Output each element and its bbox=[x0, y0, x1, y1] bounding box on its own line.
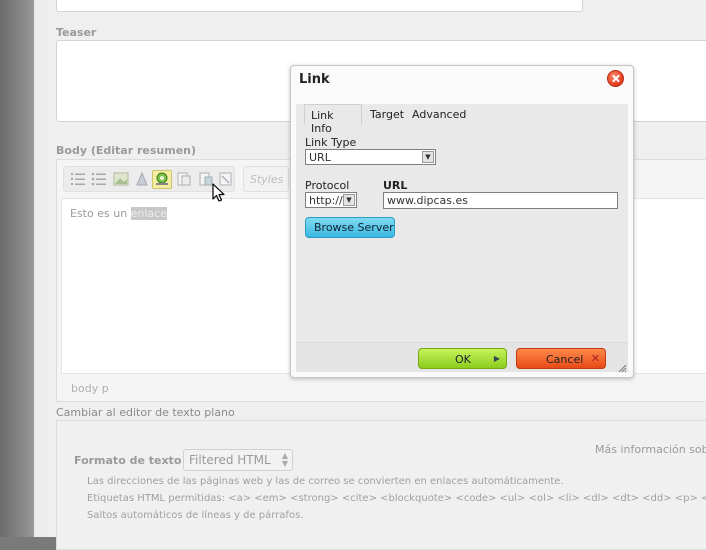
protocol-value: http:// bbox=[309, 194, 343, 207]
select-arrows-icon: ▲ ▼ bbox=[281, 451, 288, 468]
protocol-select[interactable]: http:// ▼ bbox=[305, 192, 357, 208]
flash-icon[interactable] bbox=[134, 172, 150, 186]
chevron-down-icon: ▼ bbox=[343, 194, 355, 206]
protocol-label: Protocol bbox=[305, 179, 350, 192]
body-label: Body (Editar resumen) bbox=[56, 144, 196, 157]
link-dialog: Link Link Info Target Advanced Link Type… bbox=[290, 65, 634, 378]
more-info-link[interactable]: Más información sobre bbox=[595, 443, 706, 456]
url-label: URL bbox=[383, 179, 408, 192]
url-input[interactable]: www.dipcas.es bbox=[383, 192, 618, 209]
title-input[interactable] bbox=[56, 0, 583, 12]
resize-handle-icon[interactable] bbox=[617, 363, 627, 373]
chevron-right-icon: ▶ bbox=[493, 354, 500, 363]
link-type-label: Link Type bbox=[305, 136, 357, 149]
numbered-list-icon[interactable] bbox=[70, 172, 86, 186]
format-tip: Etiquetas HTML permitidas: <a> <em> <str… bbox=[87, 493, 706, 504]
tab-advanced[interactable]: Advanced bbox=[406, 104, 472, 124]
tab-link-info[interactable]: Link Info bbox=[304, 104, 362, 135]
mouse-pointer-icon bbox=[212, 183, 225, 202]
dialog-title: Link bbox=[299, 72, 330, 87]
text-format-select[interactable]: Filtered HTML ▲ ▼ bbox=[183, 449, 293, 471]
selected-text: enlace bbox=[130, 207, 168, 220]
backdrop-edge bbox=[0, 0, 34, 537]
format-tip: Las direcciones de las páginas web y las… bbox=[87, 476, 564, 487]
link-button[interactable] bbox=[152, 170, 172, 189]
toolbar-group bbox=[63, 166, 235, 192]
teaser-label: Teaser bbox=[56, 26, 97, 39]
bulleted-list-icon[interactable] bbox=[91, 172, 107, 186]
format-tip: Saltos automáticos de líneas y de párraf… bbox=[87, 510, 304, 521]
link-type-select[interactable]: URL ▼ bbox=[305, 149, 436, 165]
element-path-status: body p bbox=[71, 382, 109, 395]
body-label-text: Body bbox=[56, 144, 87, 157]
edit-summary-link[interactable]: (Editar resumen) bbox=[91, 144, 196, 157]
browse-server-button[interactable]: Browse Server bbox=[305, 217, 395, 238]
text-format-value: Filtered HTML bbox=[189, 453, 271, 467]
text-format-label: Formato de texto bbox=[74, 454, 182, 467]
link-type-value: URL bbox=[309, 151, 331, 164]
link-icon bbox=[156, 172, 168, 185]
chevron-down-icon: ▼ bbox=[422, 151, 434, 163]
text-format-fieldset: Más información sobre Formato de texto F… bbox=[56, 420, 706, 550]
close-icon[interactable] bbox=[607, 70, 624, 87]
ok-label: OK bbox=[455, 353, 471, 366]
ok-button[interactable]: OK ▶ bbox=[418, 348, 507, 369]
cancel-label: Cancel bbox=[546, 353, 584, 366]
paste-text-icon[interactable] bbox=[176, 172, 192, 186]
switch-plain-editor-link[interactable]: Cambiar al editor de texto plano bbox=[56, 406, 235, 419]
styles-dropdown[interactable]: Styles bbox=[243, 166, 289, 192]
image-icon[interactable] bbox=[113, 172, 129, 186]
close-x-icon: ✕ bbox=[590, 352, 600, 365]
tab-target[interactable]: Target bbox=[364, 104, 410, 124]
content-text: Esto es un bbox=[70, 207, 128, 220]
cancel-button[interactable]: Cancel ✕ bbox=[516, 348, 606, 369]
